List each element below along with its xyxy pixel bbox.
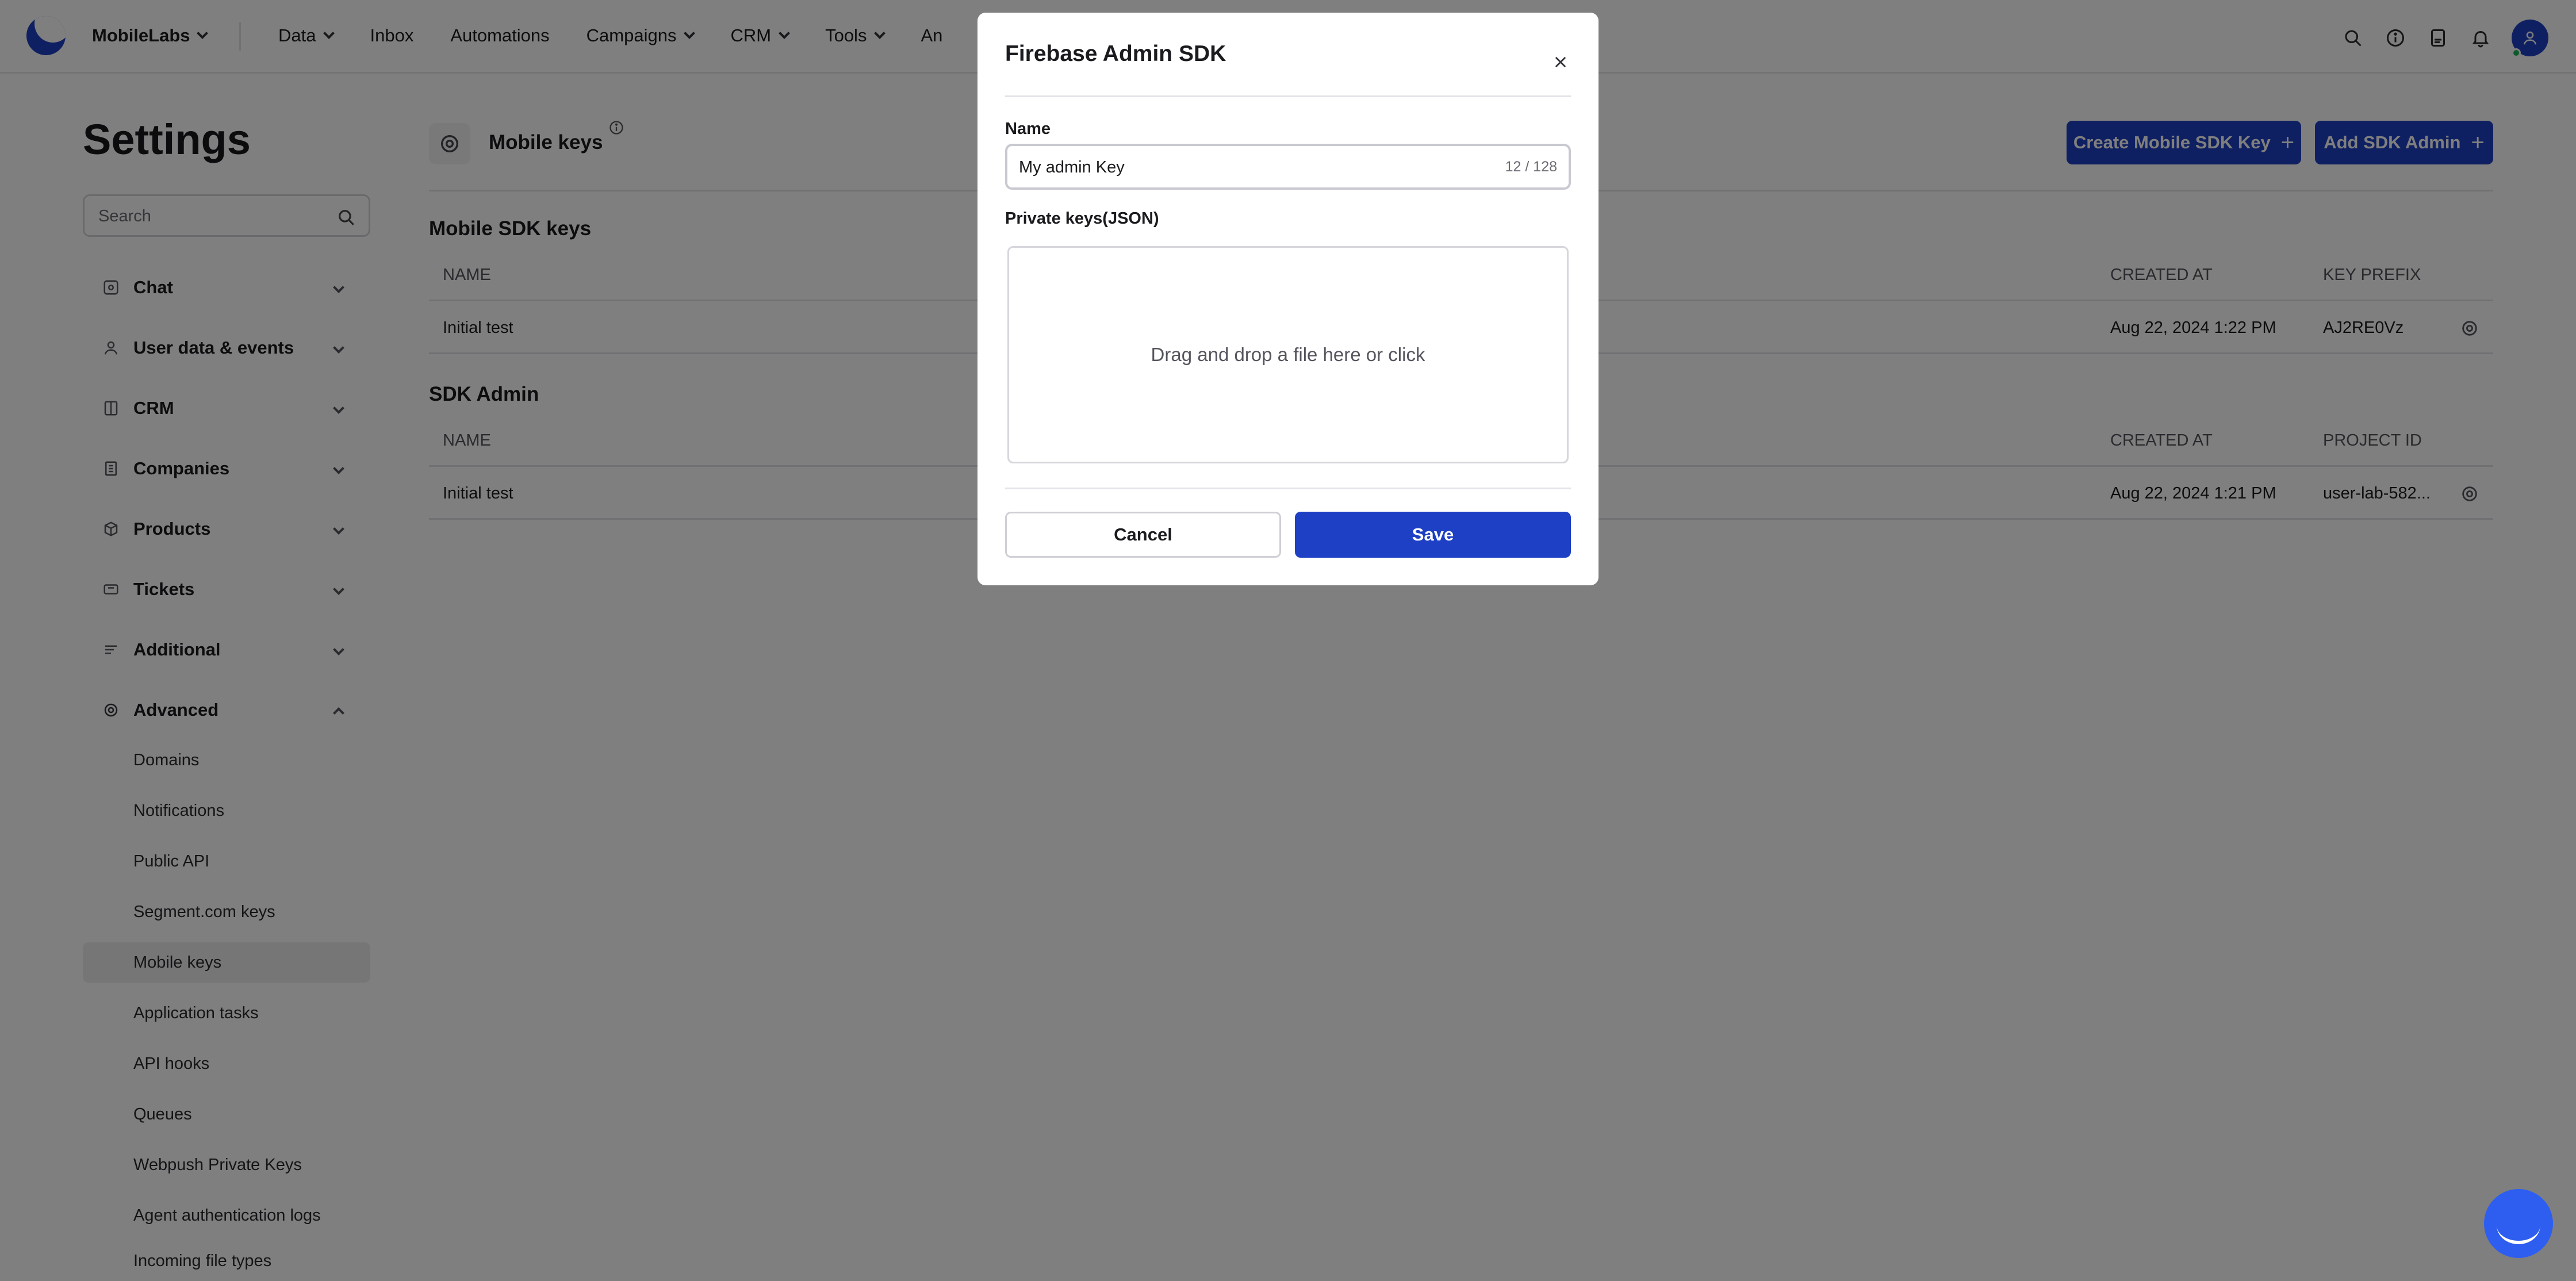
- chat-widget-button[interactable]: [2484, 1189, 2553, 1258]
- name-field[interactable]: 12 / 128: [1005, 144, 1571, 190]
- private-keys-label: Private keys(JSON): [1005, 209, 1159, 228]
- file-dropzone[interactable]: Drag and drop a file here or click: [1007, 246, 1569, 463]
- dialog-divider: [1005, 488, 1571, 489]
- name-input[interactable]: [1019, 155, 1467, 179]
- save-button[interactable]: Save: [1295, 512, 1571, 558]
- dialog-title: Firebase Admin SDK: [1005, 41, 1226, 66]
- dialog-divider: [1005, 95, 1571, 97]
- close-icon[interactable]: [1552, 54, 1569, 70]
- cancel-button[interactable]: Cancel: [1005, 512, 1281, 558]
- name-field-label: Name: [1005, 120, 1051, 138]
- firebase-admin-sdk-dialog: Firebase Admin SDK Name 12 / 128 Private…: [977, 13, 1598, 585]
- app-root: MobileLabs Data Inbox Automations Campai…: [0, 0, 2576, 1281]
- dropzone-text: Drag and drop a file here or click: [1151, 344, 1425, 365]
- character-counter: 12 / 128: [1505, 159, 1557, 175]
